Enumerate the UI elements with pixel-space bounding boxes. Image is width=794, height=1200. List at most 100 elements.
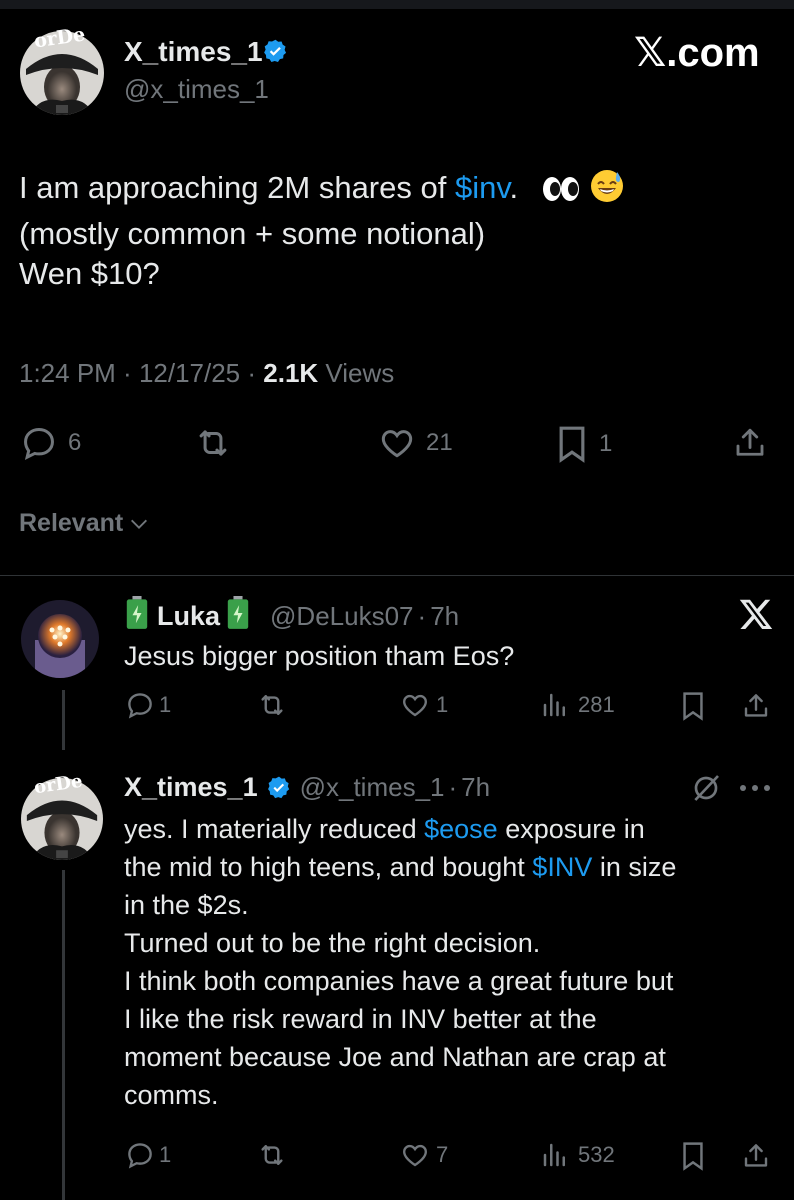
repost-button[interactable]	[256, 690, 298, 720]
author-handle[interactable]: @x_times_1	[124, 74, 269, 105]
reply-sep: ·	[448, 772, 458, 802]
share-button[interactable]	[741, 690, 771, 722]
like-icon	[403, 1144, 427, 1167]
verified-badge-icon	[262, 38, 289, 70]
reply-line-2a: the mid to high teens, and bought	[124, 852, 533, 882]
repost-icon	[199, 430, 227, 456]
like-button[interactable]: 21	[378, 424, 453, 462]
sweat-smile-emoji-icon	[589, 168, 625, 214]
reply-line-5: I think both companies have a great futu…	[124, 966, 674, 996]
reply-line-7: moment because Joe and Nathan are crap a…	[124, 1042, 666, 1072]
reply-age: 7h	[461, 772, 491, 802]
cashtag-link[interactable]: $inv	[455, 170, 510, 205]
sort-dropdown[interactable]: Relevant	[19, 509, 151, 538]
reply-text-line: Jesus bigger position tham Eos?	[124, 641, 515, 671]
battery-emoji-icon	[226, 596, 250, 637]
like-button[interactable]: 7	[400, 1140, 448, 1170]
reply-header-author: X_times_1 @x_times_1 · 7h	[124, 772, 490, 803]
bookmark-count: 1	[599, 430, 613, 457]
reply-author-handle[interactable]: @x_times_1	[300, 772, 445, 803]
post-text-1: I am approaching 2M shares of	[19, 170, 455, 205]
meta-sep-1: ·	[115, 358, 139, 388]
views-count: 532	[578, 1142, 615, 1167]
x-logo-icon: 𝕏.com	[634, 31, 760, 75]
post-meta: 1:24 PM · 12/17/25 · 2.1K Views	[19, 358, 394, 389]
avatar-image	[21, 600, 99, 678]
post-text-3: Wen $10?	[19, 256, 160, 291]
post-text: I am approaching 2M shares of $inv. (mos…	[19, 168, 759, 294]
reply-button[interactable]: 1	[125, 690, 171, 720]
reply-line-6: I like the risk reward in INV better at …	[124, 1004, 597, 1034]
views-icon	[543, 1143, 565, 1167]
more-icon[interactable]	[737, 776, 773, 805]
post-text-1b: .	[509, 170, 519, 205]
chevron-down-icon	[131, 519, 148, 529]
reply-count: 6	[68, 429, 82, 456]
like-count: 7	[436, 1142, 449, 1167]
divider	[0, 575, 794, 576]
share-icon	[736, 428, 764, 456]
reply-line-1a: yes. I materially reduced	[124, 814, 425, 844]
like-count: 1	[436, 692, 449, 717]
reply-avatar-luka[interactable]	[21, 600, 99, 678]
like-count: 21	[426, 429, 453, 456]
sort-label: Relevant	[19, 509, 124, 537]
views-label: Views	[318, 358, 395, 388]
meta-sep-2: ·	[240, 358, 264, 388]
bookmark-icon	[683, 692, 703, 721]
eyes-emoji-icon	[541, 174, 581, 214]
reply-text: yes. I materially reduced $eose exposure…	[124, 810, 676, 1114]
share-button[interactable]	[741, 1140, 771, 1172]
share-icon	[744, 1144, 768, 1167]
reply-author-name[interactable]: Luka	[157, 601, 220, 632]
bookmark-icon	[683, 1142, 703, 1171]
bookmark-button[interactable]	[680, 1140, 706, 1172]
thread-line	[62, 690, 65, 750]
reply-author-handle[interactable]: @DeLuks07	[270, 601, 413, 632]
repost-icon	[261, 695, 283, 715]
repost-button[interactable]	[193, 424, 243, 462]
reply-line-3: in the $2s.	[124, 890, 249, 920]
post-text-2: (mostly common + some notional)	[19, 216, 486, 251]
verified-badge-icon	[266, 775, 292, 801]
views-button[interactable]: 532	[540, 1140, 615, 1170]
share-button[interactable]	[732, 424, 768, 462]
battery-emoji-icon	[125, 596, 149, 637]
bookmark-button[interactable]: 1	[555, 424, 612, 464]
reply-icon	[128, 1143, 152, 1169]
author-name[interactable]: X_times_1	[124, 36, 263, 68]
reply-age: 7h	[430, 601, 460, 631]
views-count[interactable]: 2.1K	[263, 358, 318, 388]
reply-sep: ·	[417, 601, 427, 631]
post-date: 12/17/25	[138, 358, 241, 388]
reply-author-name[interactable]: X_times_1	[124, 772, 258, 803]
bookmark-button[interactable]	[680, 690, 706, 722]
post-time: 1:24 PM	[19, 358, 116, 388]
cashtag-link[interactable]: $INV	[532, 852, 592, 882]
reply-line-2b: in size	[592, 852, 677, 882]
reply-line-8: comms.	[124, 1080, 219, 1110]
views-count: 281	[578, 692, 615, 717]
reply-icon	[24, 428, 54, 461]
x-logo-icon	[738, 596, 774, 637]
reply-line-4: Turned out to be the right decision.	[124, 928, 541, 958]
like-button[interactable]: 1	[400, 690, 448, 720]
reply-text: Jesus bigger position tham Eos?	[124, 637, 514, 675]
views-button[interactable]: 281	[540, 690, 615, 720]
thread-line	[62, 870, 65, 1200]
cashtag-link[interactable]: $eose	[424, 814, 498, 844]
reply-button[interactable]: 1	[125, 1140, 171, 1170]
like-icon	[403, 694, 427, 717]
grok-icon[interactable]	[690, 772, 722, 809]
reply-count: 1	[159, 1142, 172, 1167]
repost-button[interactable]	[256, 1140, 298, 1170]
bookmark-icon	[559, 426, 585, 463]
reply-line-1b: exposure in	[497, 814, 645, 844]
reply-count: 1	[159, 692, 172, 717]
repost-icon	[261, 1145, 283, 1165]
top-strip	[0, 0, 794, 9]
views-icon	[543, 693, 565, 717]
like-icon	[381, 430, 413, 458]
reply-button[interactable]: 6	[20, 424, 81, 462]
reply-header-luka: Luka @DeLuks07 · 7h	[125, 596, 459, 637]
